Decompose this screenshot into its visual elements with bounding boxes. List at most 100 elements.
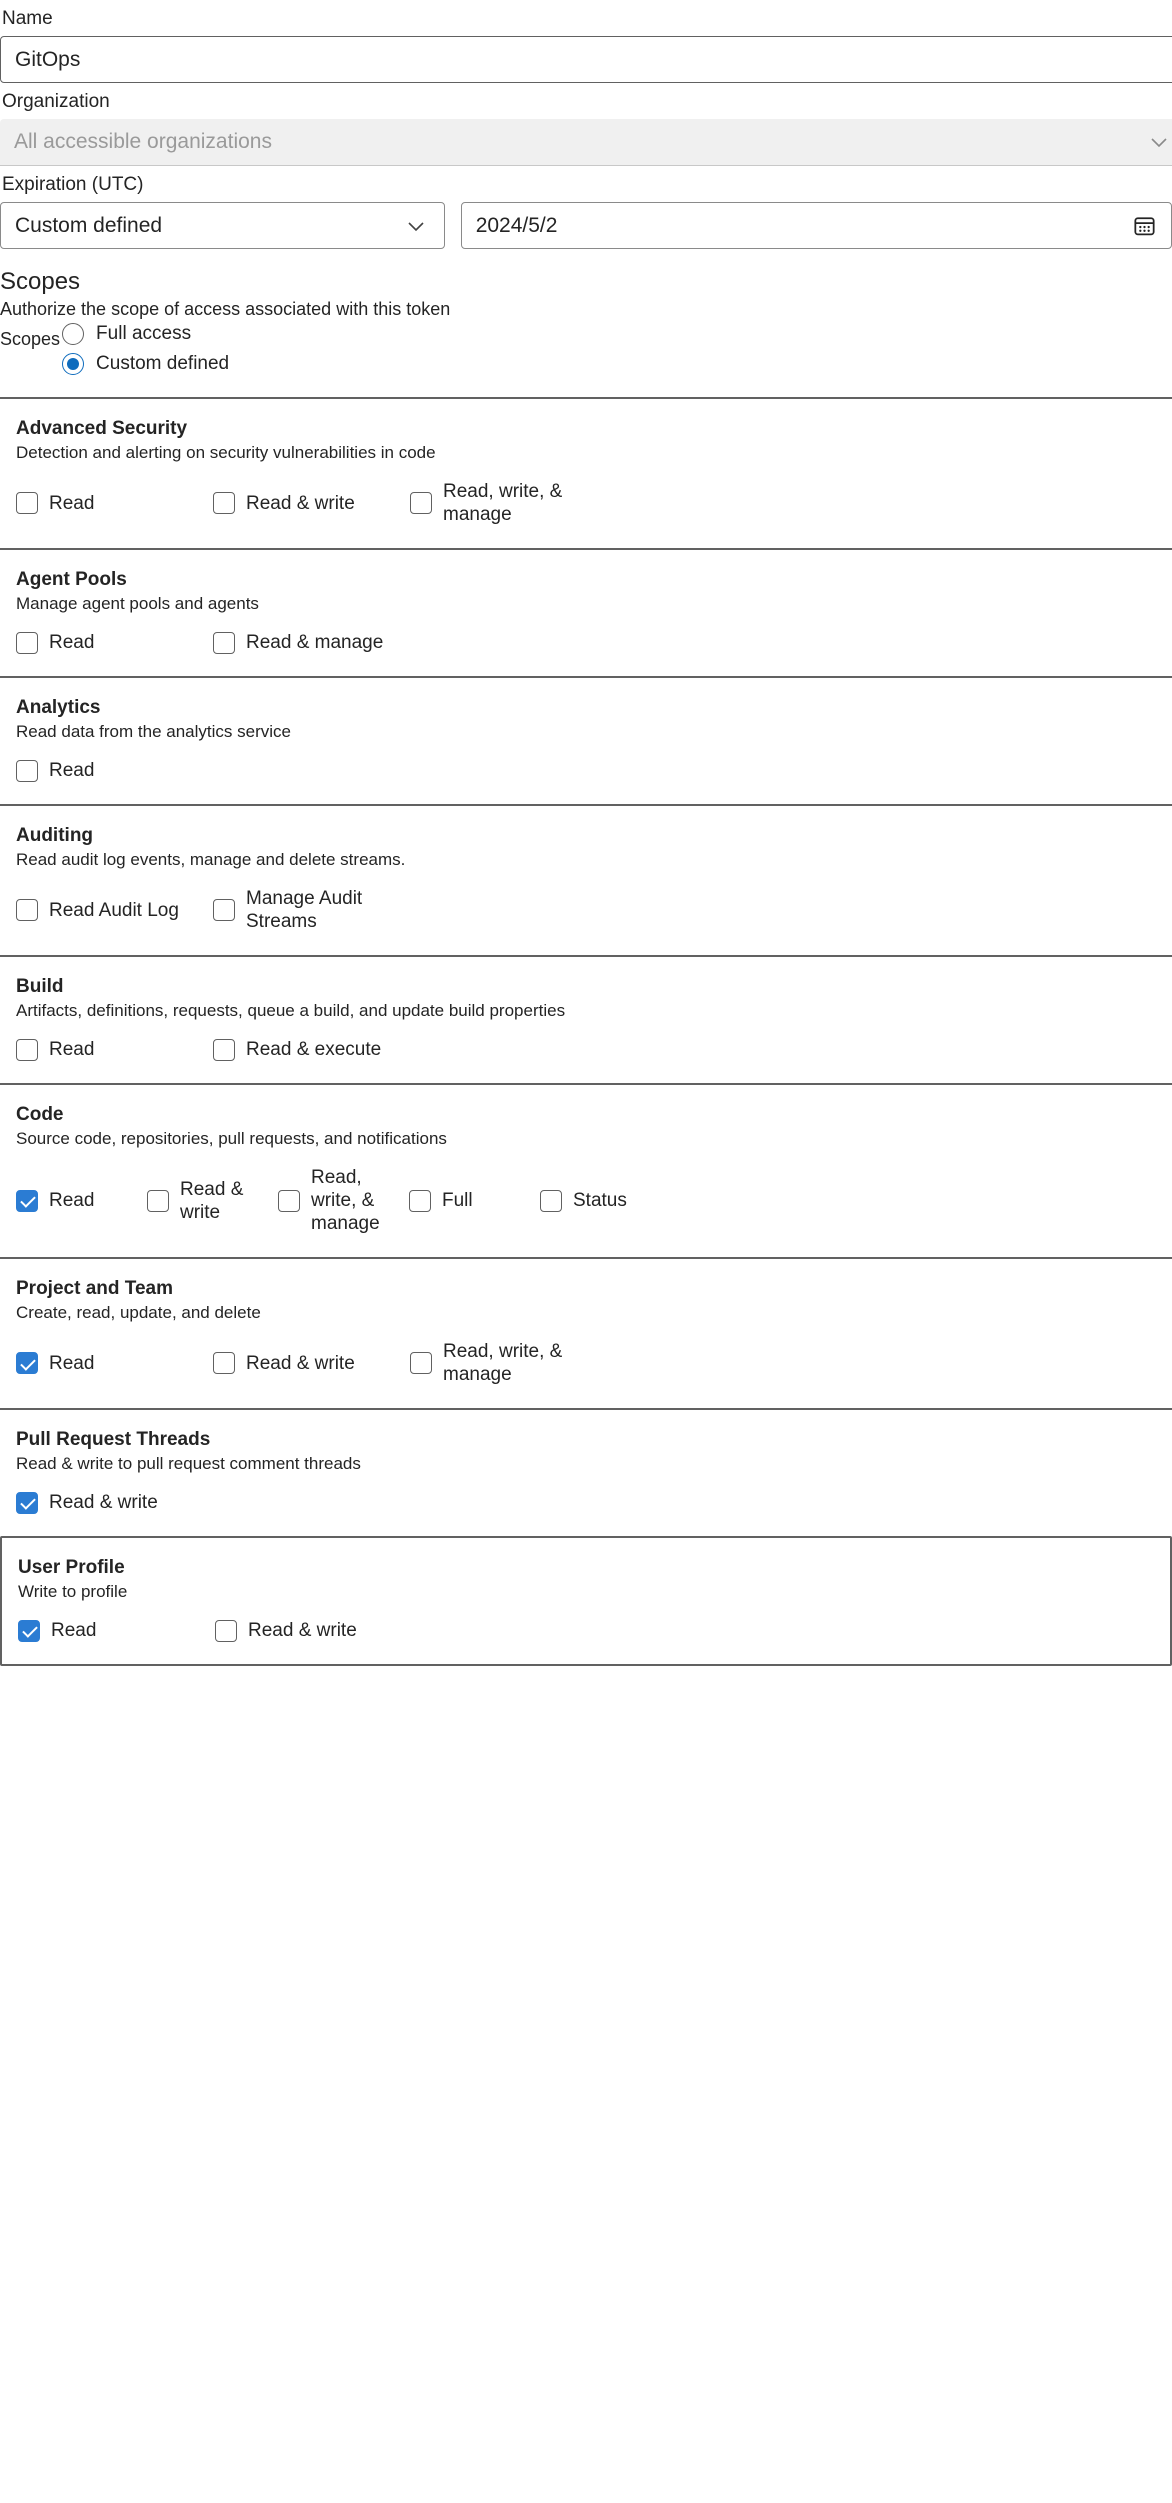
chevron-down-icon	[404, 214, 428, 238]
checkbox-indicator[interactable]	[147, 1189, 169, 1212]
scope-section: Project and Team Create, read, update, an…	[0, 1257, 1172, 1408]
organization-field-label: Organization	[2, 91, 110, 112]
scope-checkbox-item[interactable]: Full	[409, 1189, 540, 1212]
scope-section-title: Analytics	[16, 697, 101, 718]
scope-section-description: Create, read, update, and delete	[16, 1303, 261, 1322]
scope-checkbox-label: Read & manage	[246, 632, 384, 653]
scope-checkbox-item[interactable]: Read & execute	[213, 1038, 410, 1061]
scope-checkbox-item[interactable]: Read	[16, 759, 213, 782]
scope-checkbox-label: Read & write	[246, 492, 355, 514]
checkbox-indicator[interactable]	[215, 1619, 237, 1642]
scopes-radio-group-label: Scopes	[0, 329, 61, 349]
scope-checkbox-item[interactable]: Read, write, & manage	[278, 1166, 409, 1235]
scope-section: Code Source code, repositories, pull requ…	[0, 1083, 1172, 1257]
scope-checkbox-label: Read, write, & manage	[443, 481, 563, 525]
scope-checkbox-item[interactable]: Read & write	[147, 1178, 278, 1224]
calendar-icon[interactable]	[1132, 213, 1157, 238]
scopes-radio-option[interactable]: Full access	[62, 323, 229, 345]
scope-checkbox-label: Read	[51, 1620, 97, 1641]
scope-checkbox-item[interactable]: Read	[16, 1352, 213, 1375]
scope-checkbox-item[interactable]: Read & write	[215, 1619, 412, 1642]
checkbox-indicator[interactable]	[410, 492, 432, 514]
scope-checkbox-item[interactable]: Read	[16, 631, 213, 654]
scope-section-title: Auditing	[16, 825, 94, 846]
scope-option-row: Read Read & execute	[16, 1022, 1156, 1061]
checkbox-indicator[interactable]	[16, 759, 38, 782]
scope-checkbox-item[interactable]: Read	[16, 492, 213, 515]
scopes-radio-option[interactable]: Custom defined	[62, 353, 229, 375]
scopes-radio-label: Custom defined	[96, 353, 230, 374]
scope-section-description: Manage agent pools and agents	[16, 594, 259, 613]
scope-option-row: Read Read & write	[18, 1603, 1154, 1642]
token-settings-page: Name GitOps Organization All accessible …	[0, 0, 1172, 1666]
scope-section-title: Advanced Security	[16, 418, 188, 439]
scope-checkbox-label: Read, write, & manage	[443, 1341, 563, 1385]
scope-option-row: Read Read & write Read, write, & manage	[16, 1324, 1156, 1386]
checkbox-indicator[interactable]	[16, 1189, 38, 1212]
checkbox-indicator[interactable]	[213, 1352, 235, 1374]
checkbox-indicator[interactable]	[213, 899, 235, 921]
scope-checkbox-item[interactable]: Read	[16, 1038, 213, 1061]
radio-indicator[interactable]	[62, 353, 85, 375]
checkbox-indicator[interactable]	[16, 631, 38, 654]
scope-checkbox-item[interactable]: Read	[18, 1619, 215, 1642]
scope-section-title: Code	[16, 1104, 64, 1125]
organization-dropdown[interactable]: All accessible organizations	[0, 119, 1172, 166]
scope-section: Build Artifacts, definitions, requests, q…	[0, 955, 1172, 1083]
checkbox-indicator[interactable]	[410, 1352, 432, 1374]
scope-section-description: Source code, repositories, pull requests…	[16, 1129, 447, 1148]
checkbox-indicator[interactable]	[16, 899, 38, 921]
checkbox-indicator[interactable]	[540, 1189, 562, 1212]
scope-section: Agent Pools Manage agent pools and agents…	[0, 548, 1172, 676]
scope-checkbox-item[interactable]: Status	[540, 1189, 671, 1212]
expiration-date-input[interactable]: 2024/5/2	[460, 202, 1172, 249]
checkbox-indicator[interactable]	[213, 631, 235, 654]
scopes-subtitle: Authorize the scope of access associated…	[0, 299, 451, 319]
checkbox-indicator[interactable]	[18, 1619, 40, 1642]
checkbox-indicator[interactable]	[213, 1038, 235, 1061]
checkbox-indicator[interactable]	[16, 492, 38, 514]
scope-checkbox-label: Read, write, & manage	[311, 1167, 380, 1234]
scope-option-row: Read Read & write Read, write, & manage Ful…	[16, 1150, 1156, 1235]
scope-checkbox-item[interactable]: Read, write, & manage	[410, 1340, 607, 1386]
checkbox-indicator[interactable]	[278, 1189, 300, 1212]
scope-checkbox-item[interactable]: Read & write	[16, 1491, 213, 1514]
scope-checkbox-label: Read Audit Log	[49, 899, 179, 921]
checkbox-indicator[interactable]	[16, 1038, 38, 1061]
scope-checkbox-label: Read	[49, 1190, 95, 1211]
scope-checkbox-item[interactable]: Read Audit Log	[16, 899, 213, 922]
scope-section-title: Build	[16, 976, 64, 997]
scope-section-description: Detection and alerting on security vulne…	[16, 443, 436, 462]
expiration-select[interactable]: Custom defined	[0, 202, 445, 249]
scope-checkbox-label: Read	[49, 760, 95, 781]
name-input-value: GitOps	[15, 47, 81, 71]
scope-section-description: Artifacts, definitions, requests, queue …	[16, 1001, 566, 1020]
scope-checkbox-label: Status	[573, 1190, 627, 1211]
scope-checkbox-label: Read & write	[248, 1620, 357, 1641]
scopes-radio-group: Scopes Full access Custom defined	[0, 321, 1172, 375]
scope-checkbox-label: Full	[442, 1190, 473, 1211]
scope-checkbox-label: Read	[49, 1039, 95, 1060]
scope-section: Analytics Read data from the analytics se…	[0, 676, 1172, 804]
scope-checkbox-label: Read	[49, 632, 95, 653]
scope-checkbox-item[interactable]: Read, write, & manage	[410, 480, 607, 526]
scope-checkbox-item[interactable]: Read & write	[213, 1352, 410, 1375]
scope-section: Pull Request Threads Read & write to pull…	[0, 1408, 1172, 1536]
checkbox-indicator[interactable]	[16, 1491, 38, 1514]
radio-indicator[interactable]	[62, 323, 85, 345]
scope-option-row: Read Read & manage	[16, 615, 1156, 654]
scope-checkbox-label: Manage Audit Streams	[246, 888, 363, 932]
scope-checkbox-label: Read	[49, 492, 95, 514]
scopes-heading: Scopes	[0, 268, 81, 295]
scope-checkbox-item[interactable]: Read	[16, 1189, 147, 1212]
scope-sections-list: Advanced Security Detection and alerting …	[0, 397, 1172, 1666]
scope-section-title: User Profile	[18, 1557, 125, 1578]
checkbox-indicator[interactable]	[409, 1189, 431, 1212]
scope-checkbox-item[interactable]: Read & manage	[213, 631, 410, 654]
checkbox-indicator[interactable]	[213, 492, 235, 514]
checkbox-indicator[interactable]	[16, 1352, 38, 1374]
scope-checkbox-item[interactable]: Read & write	[213, 492, 410, 515]
name-input[interactable]: GitOps	[0, 36, 1172, 83]
scope-section: User Profile Write to profile Read Read & w…	[0, 1536, 1172, 1666]
scope-checkbox-item[interactable]: Manage Audit Streams	[213, 887, 410, 933]
